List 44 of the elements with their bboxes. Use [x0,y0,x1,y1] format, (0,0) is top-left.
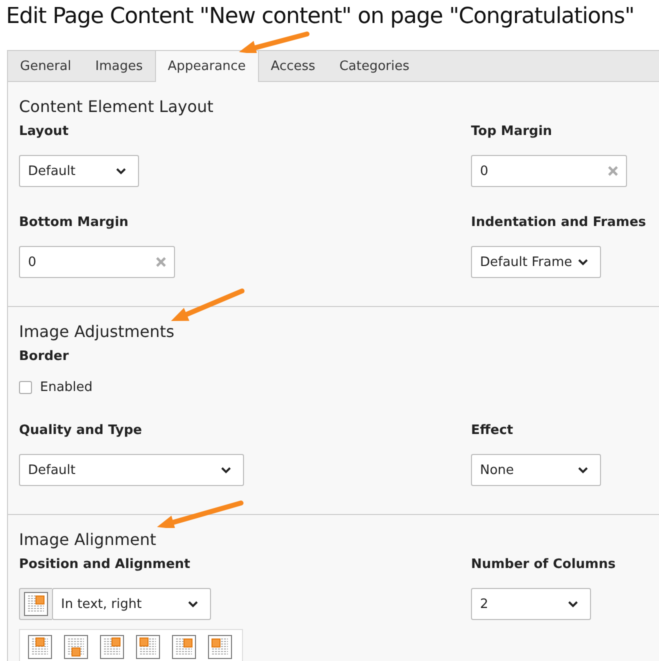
dropdown[interactable]: Default [19,155,139,187]
tab[interactable]: General [8,51,84,81]
dropdown[interactable]: Default [19,454,244,486]
chevron-down-icon [188,600,198,608]
section-heading: Image Alignment [19,530,156,549]
chevron-down-icon [578,258,588,266]
section-heading: Content Element Layout [19,97,214,116]
image-alignment-icon[interactable] [64,635,88,659]
checkbox-label: Enabled [40,380,93,395]
dropdown[interactable]: 2 [471,588,591,620]
section-heading: Image Adjustments [19,322,174,341]
checkbox[interactable] [19,381,32,394]
field-label: Bottom Margin [19,215,128,230]
chevron-down-icon [578,466,588,474]
chevron-down-icon [568,600,578,608]
clear-icon[interactable] [156,257,166,267]
field-label: Effect [471,423,514,438]
chevron-down-icon [221,466,231,474]
image-alignment-icon[interactable] [208,635,232,659]
field-label: Indentation and Frames [471,215,646,230]
field-label: Number of Columns [471,557,616,572]
dropdown[interactable]: In text, right [52,588,211,620]
chevron-down-icon [116,168,126,174]
field-label: Top Margin [471,124,552,139]
image-alignment-icon[interactable] [136,635,160,659]
field-label: Border [19,349,69,364]
tab[interactable]: Appearance [154,51,259,82]
dropdown[interactable]: Default Frame [471,246,601,278]
image-position-icon [19,588,52,620]
field-label: Layout [19,124,69,139]
annotation-arrow [238,31,310,53]
field-label: Position and Alignment [19,557,190,572]
tab[interactable]: Access [258,51,328,81]
page-title: Edit Page Content "New content" on page "Congratulations" [6,3,634,30]
image-alignment-icon[interactable] [172,635,196,659]
clear-icon[interactable] [608,166,618,176]
dropdown[interactable]: None [471,454,601,486]
tab[interactable]: Images [83,51,155,81]
tab[interactable]: Categories [327,51,422,81]
input-field[interactable]: 0 [471,155,627,187]
image-alignment-icon[interactable] [28,635,52,659]
field-label: Quality and Type [19,423,142,438]
image-alignment-icon[interactable] [100,635,124,659]
input-field[interactable]: 0 [19,246,175,278]
